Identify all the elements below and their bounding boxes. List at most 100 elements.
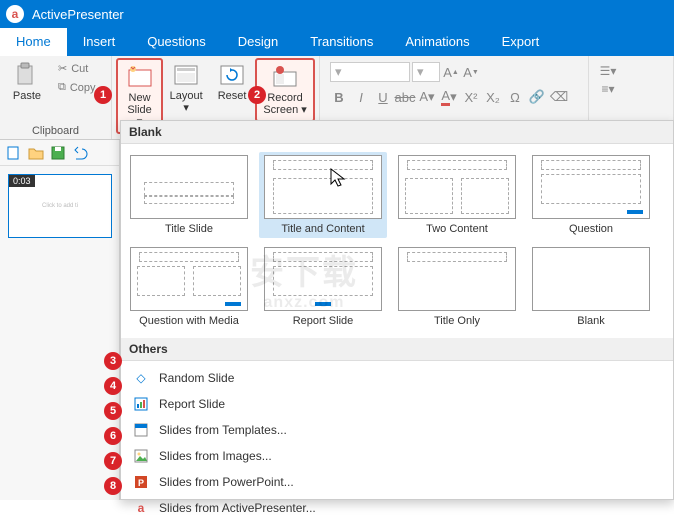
font-family-select[interactable]: ▾ bbox=[330, 62, 410, 82]
undo-icon[interactable] bbox=[72, 145, 88, 161]
cut-button[interactable]: ✂ Cut bbox=[54, 60, 100, 77]
paste-button[interactable]: Paste bbox=[4, 58, 50, 106]
workspace: 0:03 Click to add ti Blank Title Slide T… bbox=[0, 140, 674, 500]
omega-button[interactable]: Ω bbox=[506, 88, 524, 106]
bullets-button[interactable]: ☰▾ bbox=[599, 62, 617, 80]
item-label: Slides from Templates... bbox=[159, 423, 287, 437]
layout-blank[interactable]: Blank bbox=[527, 244, 655, 330]
blank-layouts-grid: Title Slide Title and Content Two Conten… bbox=[121, 144, 673, 338]
slides-from-activepresenter-item[interactable]: a Slides from ActivePresenter... bbox=[121, 495, 673, 521]
bold-button[interactable]: B bbox=[330, 88, 348, 106]
grow-font-button[interactable]: A▲ bbox=[442, 63, 460, 81]
chart-icon bbox=[133, 396, 149, 412]
paste-label: Paste bbox=[13, 90, 41, 102]
callout-badge-4: 4 bbox=[104, 377, 122, 395]
italic-button[interactable]: I bbox=[352, 88, 370, 106]
slide-duration: 0:03 bbox=[9, 175, 35, 187]
scissors-icon: ✂ bbox=[58, 62, 67, 75]
image-icon bbox=[133, 448, 149, 464]
item-label: Slides from Images... bbox=[159, 449, 272, 463]
tab-export[interactable]: Export bbox=[486, 28, 556, 56]
svg-text:P: P bbox=[138, 478, 144, 488]
app-title: ActivePresenter bbox=[32, 7, 124, 22]
copy-button[interactable]: ⧉ Copy bbox=[54, 79, 100, 96]
layout-icon bbox=[172, 62, 200, 88]
others-section-title: Others bbox=[121, 338, 673, 361]
layout-button[interactable]: Layout▾ bbox=[163, 58, 209, 118]
blank-section-title: Blank bbox=[121, 121, 673, 144]
callout-badge-6: 6 bbox=[104, 427, 122, 445]
save-icon[interactable] bbox=[50, 145, 66, 161]
font-size-select[interactable]: ▾ bbox=[412, 62, 440, 82]
quick-access-toolbar bbox=[0, 140, 119, 166]
slide-thumbnails: 0:03 Click to add ti bbox=[0, 166, 119, 246]
font-color-button[interactable]: A▾ bbox=[440, 88, 458, 106]
diamond-icon: ◇ bbox=[133, 370, 149, 386]
paste-icon bbox=[13, 62, 41, 88]
slide-thumbnail-1[interactable]: 0:03 Click to add ti bbox=[8, 174, 112, 238]
strike-button[interactable]: abc bbox=[396, 88, 414, 106]
item-label: Slides from ActivePresenter... bbox=[159, 501, 316, 515]
layout-label: Layout▾ bbox=[170, 90, 203, 114]
clear-format-button[interactable]: ⌫ bbox=[550, 88, 568, 106]
others-list: ◇ Random Slide Report Slide Slides from … bbox=[121, 361, 673, 525]
layout-title-and-content[interactable]: Title and Content bbox=[259, 152, 387, 238]
tab-design[interactable]: Design bbox=[222, 28, 294, 56]
layout-label: Two Content bbox=[426, 223, 488, 235]
mouse-cursor-icon bbox=[330, 168, 346, 188]
random-slide-item[interactable]: ◇ Random Slide bbox=[121, 365, 673, 391]
tab-insert[interactable]: Insert bbox=[67, 28, 132, 56]
layout-label: Question bbox=[569, 223, 613, 235]
new-file-icon[interactable] bbox=[6, 145, 22, 161]
layout-label: Report Slide bbox=[293, 315, 354, 327]
layout-title-only[interactable]: Title Only bbox=[393, 244, 521, 330]
report-slide-item[interactable]: Report Slide bbox=[121, 391, 673, 417]
slides-from-powerpoint-item[interactable]: P Slides from PowerPoint... bbox=[121, 469, 673, 495]
underline-button[interactable]: U bbox=[374, 88, 392, 106]
tab-animations[interactable]: Animations bbox=[389, 28, 485, 56]
slides-from-templates-item[interactable]: Slides from Templates... bbox=[121, 417, 673, 443]
item-label: Slides from PowerPoint... bbox=[159, 475, 294, 489]
layout-label: Title Slide bbox=[165, 223, 213, 235]
record-screen-label: Record Screen ▾ bbox=[263, 92, 307, 116]
titlebar: a ActivePresenter bbox=[0, 0, 674, 28]
new-slide-icon bbox=[126, 64, 154, 90]
layout-label: Title Only bbox=[434, 315, 480, 327]
callout-badge-1: 1 bbox=[94, 86, 112, 104]
shrink-font-button[interactable]: A▼ bbox=[462, 63, 480, 81]
superscript-button[interactable]: X² bbox=[462, 88, 480, 106]
tab-transitions[interactable]: Transitions bbox=[294, 28, 389, 56]
item-label: Report Slide bbox=[159, 397, 225, 411]
open-folder-icon[interactable] bbox=[28, 145, 44, 161]
callout-badge-2: 2 bbox=[248, 86, 266, 104]
reset-label: Reset bbox=[218, 90, 247, 102]
highlight-button[interactable]: A▾ bbox=[418, 88, 436, 106]
tab-questions[interactable]: Questions bbox=[131, 28, 222, 56]
clipboard-group-label: Clipboard bbox=[0, 123, 111, 139]
callout-badge-7: 7 bbox=[104, 452, 122, 470]
powerpoint-icon: P bbox=[133, 474, 149, 490]
callout-badge-5: 5 bbox=[104, 402, 122, 420]
layout-report-slide[interactable]: Report Slide bbox=[259, 244, 387, 330]
layout-label: Blank bbox=[577, 315, 605, 327]
slide-placeholder-text: Click to add ti bbox=[42, 203, 78, 209]
layout-question[interactable]: Question bbox=[527, 152, 655, 238]
record-screen-icon bbox=[271, 64, 299, 90]
layout-two-content[interactable]: Two Content bbox=[393, 152, 521, 238]
layout-title-slide[interactable]: Title Slide bbox=[125, 152, 253, 238]
callout-badge-3: 3 bbox=[104, 352, 122, 370]
copy-icon: ⧉ bbox=[58, 81, 66, 94]
link-button[interactable]: 🔗 bbox=[528, 88, 546, 106]
layout-label: Title and Content bbox=[281, 223, 364, 235]
tab-home[interactable]: Home bbox=[0, 28, 67, 56]
reset-icon bbox=[218, 62, 246, 88]
numbering-button[interactable]: ≡▾ bbox=[599, 80, 617, 98]
slides-from-images-item[interactable]: Slides from Images... bbox=[121, 443, 673, 469]
menu-tabs: Home Insert Questions Design Transitions… bbox=[0, 28, 674, 56]
app-logo-icon: a bbox=[6, 5, 24, 23]
subscript-button[interactable]: X₂ bbox=[484, 88, 502, 106]
layout-question-with-media[interactable]: Question with Media bbox=[125, 244, 253, 330]
left-panel: 0:03 Click to add ti bbox=[0, 140, 120, 500]
copy-label: Copy bbox=[70, 82, 96, 94]
cut-label: Cut bbox=[71, 63, 88, 75]
